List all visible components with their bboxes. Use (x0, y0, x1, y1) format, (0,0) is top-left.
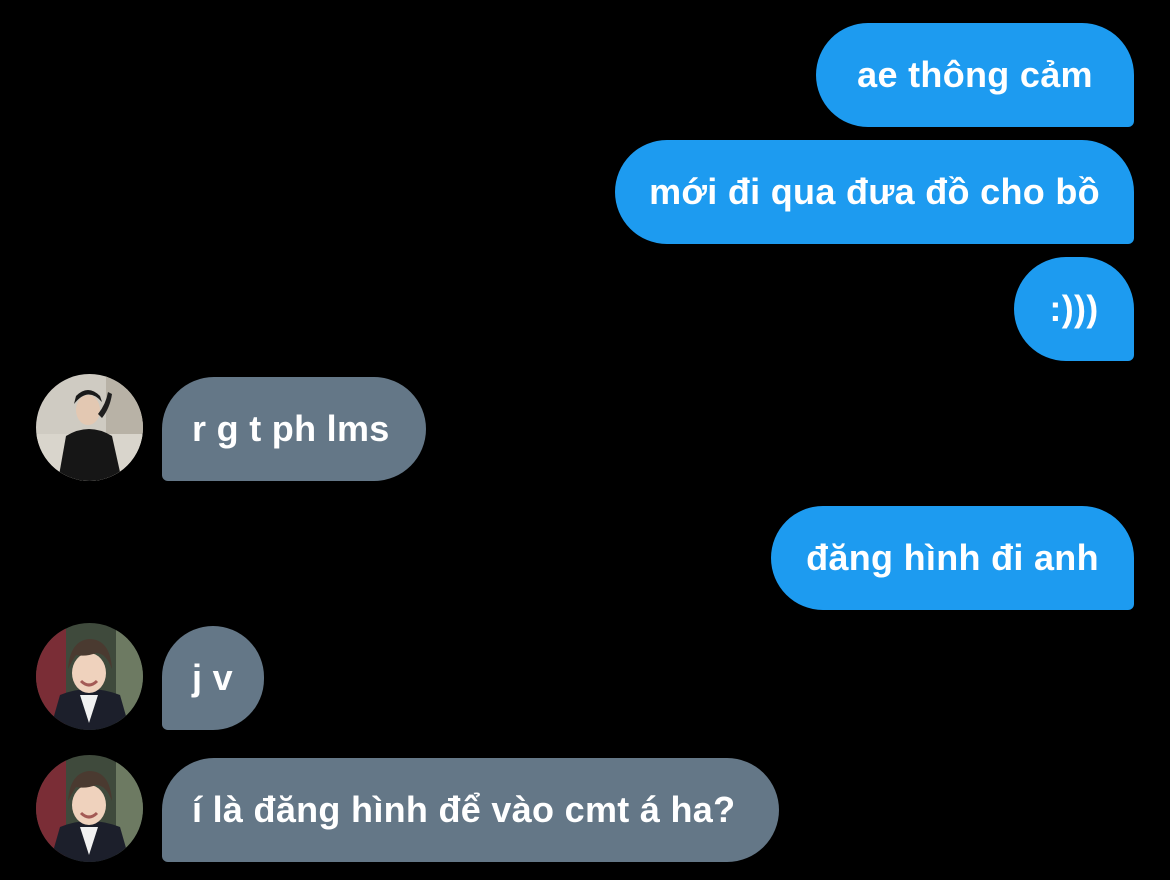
incoming-message-bubble[interactable]: í là đăng hình để vào cmt á ha? (162, 758, 779, 862)
profile-photo-icon (36, 374, 143, 481)
message-text: :))) (1049, 288, 1099, 329)
outgoing-message-bubble[interactable]: :))) (1014, 257, 1134, 361)
contact-avatar[interactable] (36, 755, 143, 862)
profile-photo-icon (36, 623, 143, 730)
message-text: í là đăng hình để vào cmt á ha? (192, 789, 736, 830)
outgoing-message-bubble[interactable]: mới đi qua đưa đồ cho bồ (615, 140, 1134, 244)
message-text: ae thông cảm (857, 54, 1093, 95)
message-text: mới đi qua đưa đồ cho bồ (649, 171, 1100, 212)
message-text: đăng hình đi anh (806, 537, 1099, 578)
outgoing-message-bubble[interactable]: ae thông cảm (816, 23, 1134, 127)
incoming-message-bubble[interactable]: j v (162, 626, 264, 730)
contact-avatar[interactable] (36, 374, 143, 481)
message-text: r g t ph lms (192, 408, 390, 449)
outgoing-message-bubble[interactable]: đăng hình đi anh (771, 506, 1134, 610)
message-text: j v (192, 657, 233, 698)
profile-photo-icon (36, 755, 143, 862)
contact-avatar[interactable] (36, 623, 143, 730)
incoming-message-bubble[interactable]: r g t ph lms (162, 377, 426, 481)
